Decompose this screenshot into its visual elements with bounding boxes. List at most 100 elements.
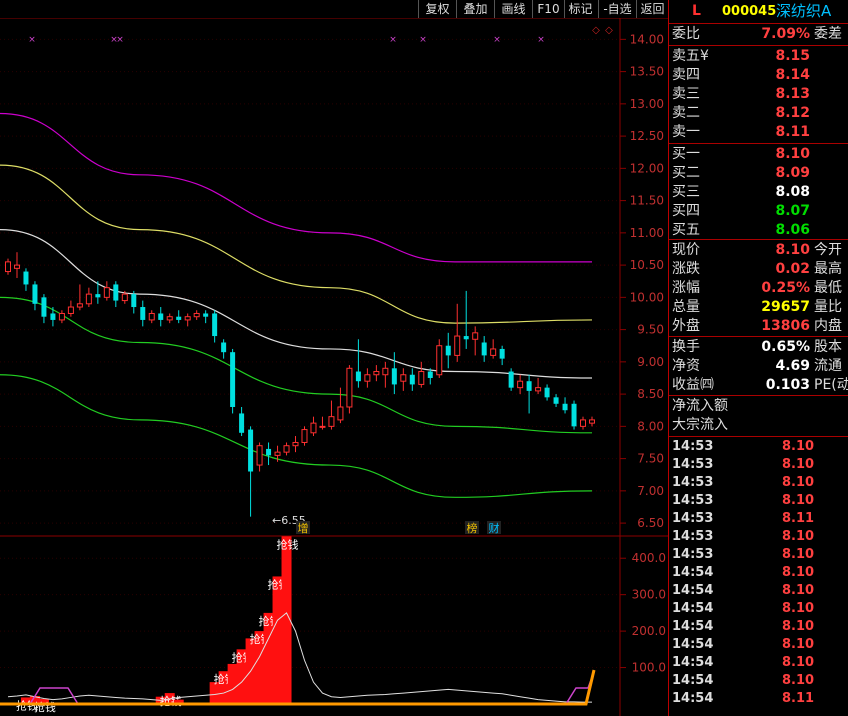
- tick-price: 8.10: [782, 637, 815, 652]
- tick-time: 14:54: [672, 583, 714, 598]
- tick-row: 14:54 8.10: [672, 600, 848, 618]
- bid-row-1: 买二 8.09: [672, 164, 848, 183]
- bid-row-2: 买三 8.08: [672, 183, 848, 202]
- candle-body: [490, 348, 497, 356]
- stat-row-3: 总量 29657 量比: [672, 298, 848, 317]
- candle-body: [95, 294, 101, 298]
- ask-row-0-value: 8.15: [775, 48, 810, 64]
- bid-row-3-value: 8.07: [775, 203, 810, 219]
- diamond-icon: ◇: [592, 25, 600, 36]
- tick-row: 14:54 8.10: [672, 582, 848, 600]
- toolbar-button-5[interactable]: -自选: [598, 0, 636, 18]
- candle-body: [418, 371, 425, 385]
- candle-body: [310, 422, 317, 434]
- candle-body: [176, 316, 182, 320]
- tick-price: 8.10: [782, 565, 815, 580]
- candle-body: [148, 312, 155, 321]
- candle-body: [508, 371, 514, 388]
- stat-row-0-label: 现价: [672, 242, 700, 258]
- tick-price: 8.11: [782, 691, 815, 706]
- price-axis-label: 6.50: [637, 516, 664, 530]
- bid-row-2-value: 8.08: [775, 184, 810, 200]
- candle-body: [445, 345, 451, 356]
- flag-label: L: [692, 3, 701, 19]
- candle-body: [67, 306, 74, 314]
- volume-axis-label: 300.0: [632, 588, 666, 602]
- toolbar-button-1[interactable]: 叠加: [456, 0, 494, 18]
- stat2-row-0-label2: 股本: [814, 339, 842, 355]
- event-marker: 榜: [467, 521, 478, 535]
- candle-body: [256, 445, 263, 466]
- stock-name[interactable]: 深纺织A: [776, 2, 831, 21]
- stat-row-4-label: 外盘: [672, 318, 700, 334]
- candle-body: [499, 348, 505, 359]
- stat2-row-2-value: 0.103: [765, 377, 810, 393]
- block-inflow-row: 大宗流入: [672, 416, 848, 435]
- candle-body: [58, 312, 65, 321]
- tick-time: 14:53: [672, 511, 714, 526]
- candle-body: [283, 445, 290, 453]
- price-axis-label: 11.00: [630, 226, 664, 240]
- signal-x-mark: ×: [116, 35, 124, 45]
- toolbar-button-3[interactable]: F10: [532, 0, 564, 18]
- bid-row-0-value: 8.10: [775, 146, 810, 162]
- tick-time: 14:53: [672, 457, 714, 472]
- candle-body: [373, 371, 380, 376]
- candle-body: [535, 387, 542, 392]
- toolbar-button-6[interactable]: 返回: [636, 0, 668, 18]
- tick-row: 14:53 8.11: [672, 510, 848, 528]
- ask-row-4-value: 8.11: [775, 124, 810, 140]
- price-axis-label: 12.50: [630, 129, 664, 143]
- tick-time: 14:54: [672, 601, 714, 616]
- diamond-icon: ◇: [605, 25, 613, 36]
- tick-row: 14:53 8.10: [672, 528, 848, 546]
- candle-body: [203, 313, 209, 317]
- stat-row-0-value: 8.10: [775, 242, 810, 258]
- volume-axis-label: 100.0: [632, 661, 666, 675]
- tick-row: 14:53 8.10: [672, 546, 848, 564]
- signal-x-mark: ×: [537, 35, 545, 45]
- price-axis-label: 8.50: [637, 387, 664, 401]
- tick-time: 14:54: [672, 637, 714, 652]
- candle-body: [526, 381, 532, 391]
- signal-x-mark: ×: [28, 35, 36, 45]
- tick-time: 14:54: [672, 673, 714, 688]
- stat-row-1-label: 涨跌: [672, 261, 700, 277]
- kline-chart[interactable]: 14.00 13.50 13.00 12.50 12.00 11.50 11.00 10.50…: [0, 0, 668, 716]
- toolbar-button-0[interactable]: 复权: [418, 0, 456, 18]
- candle-body: [580, 419, 587, 427]
- candle-body: [32, 284, 38, 304]
- tick-row: 14:53 8.10: [672, 456, 848, 474]
- stat2-row-1-label: 净资: [672, 358, 700, 374]
- ma-line-3: [0, 296, 593, 434]
- stock-header: L 000045 深纺织A: [672, 2, 848, 21]
- stat2-row-1: 净资 4.69 流通: [672, 357, 848, 376]
- candle-body: [454, 335, 461, 356]
- tick-time: 14:53: [672, 493, 714, 508]
- block-inflow-label: 大宗流入: [672, 417, 728, 433]
- volume-bar: [272, 576, 283, 704]
- bid-row-4: 买五 8.06: [672, 221, 848, 240]
- candle-body: [346, 367, 353, 408]
- stat2-row-0: 换手 0.65% 股本: [672, 338, 848, 357]
- candle-body: [355, 371, 361, 382]
- bid-row-1-value: 8.09: [775, 165, 810, 181]
- bid-row-3-label: 买四: [672, 203, 700, 219]
- candle-body: [166, 316, 173, 321]
- candle-body: [76, 303, 83, 308]
- tick-price: 8.10: [782, 493, 815, 508]
- tick-price: 8.10: [782, 655, 815, 670]
- bid-row-0: 买一 8.10: [672, 145, 848, 164]
- candle-body: [158, 313, 164, 320]
- stat-row-0-label2: 今开: [814, 242, 842, 258]
- price-axis-label: 14.00: [630, 32, 664, 46]
- ask-row-2-label: 卖三: [672, 86, 700, 102]
- toolbar-button-2[interactable]: 画线: [494, 0, 532, 18]
- tick-row: 14:53 8.10: [672, 438, 848, 456]
- price-axis-label: 8.00: [637, 419, 664, 433]
- bid-row-3: 买四 8.07: [672, 202, 848, 221]
- tick-time: 14:53: [672, 475, 714, 490]
- toolbar-button-4[interactable]: 标记: [564, 0, 596, 18]
- volume-axis-label: 200.0: [632, 624, 666, 638]
- tick-time: 14:54: [672, 565, 714, 580]
